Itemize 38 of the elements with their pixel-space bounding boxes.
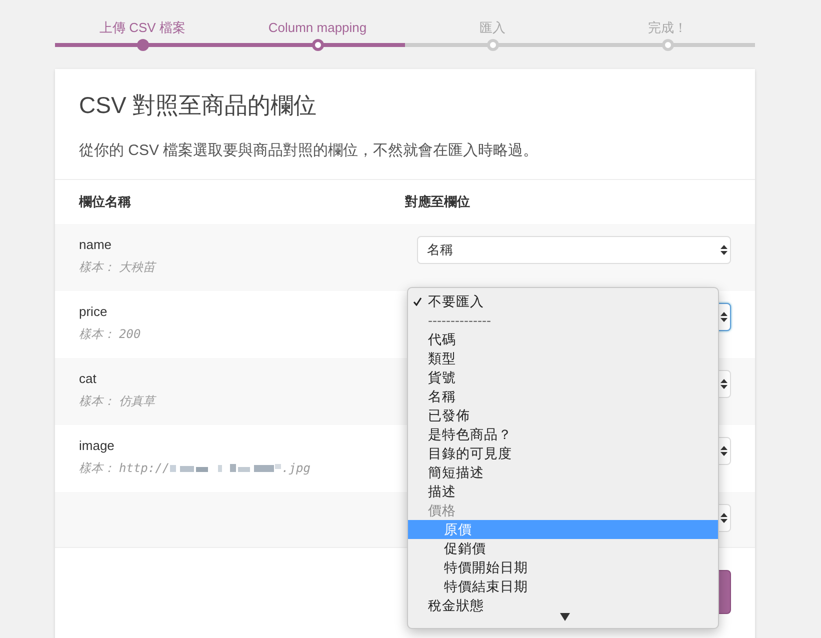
sample-value: .jpg [282,460,310,477]
menu-option[interactable]: 目錄的可見度 [408,444,718,463]
sample-value: 仿真草 [119,393,155,410]
menu-option[interactable]: 代碼 [408,330,718,349]
option-group-label: 價格 [427,502,457,520]
step-label: 匯入 [480,19,506,37]
menu-option[interactable]: 是特色商品？ [408,425,718,444]
menu-option[interactable]: 特價結束日期 [408,577,718,596]
step-label: 完成！ [648,19,687,37]
menu-option[interactable]: 稅金狀態 [408,596,718,615]
step-label: 上傳 CSV 檔案 [100,19,186,37]
menu-separator: -------------- [427,312,491,330]
mapping-select[interactable]: 名稱 [417,236,731,264]
menu-option[interactable]: 不要匯入 [408,292,718,311]
field-name: name [79,236,113,254]
sample-value: 大秧苗 [119,259,155,276]
sample-label: 樣本： [79,393,115,410]
field-name: image [79,437,116,455]
menu-option[interactable]: 已發佈 [408,406,718,425]
menu-option[interactable]: 描述 [408,482,718,501]
field-name: cat [79,370,98,388]
menu-option[interactable]: 貨號 [408,368,718,387]
card-title: CSV 對照至商品的欄位 [79,91,318,120]
sample-value: http:// [119,460,170,477]
menu-option[interactable]: 特價開始日期 [408,558,718,577]
column-header: 對應至欄位 [405,193,471,211]
column-header: 欄位名稱 [79,193,132,211]
menu-option[interactable]: 促銷價 [408,539,718,558]
menu-option[interactable]: 名稱 [408,387,718,406]
card-description: 從你的 CSV 檔案選取要與商品對照的欄位，不然就會在匯入時略過。 [79,141,540,161]
sample-label: 樣本： [79,460,115,477]
step-label: Column mapping [268,19,367,37]
sample-label: 樣本： [79,326,115,343]
menu-option[interactable]: 簡短描述 [408,463,718,482]
sample-label: 樣本： [79,259,115,276]
menu-option[interactable]: 類型 [408,349,718,368]
field-name: price [79,303,108,321]
sample-value: 200 [119,326,141,343]
